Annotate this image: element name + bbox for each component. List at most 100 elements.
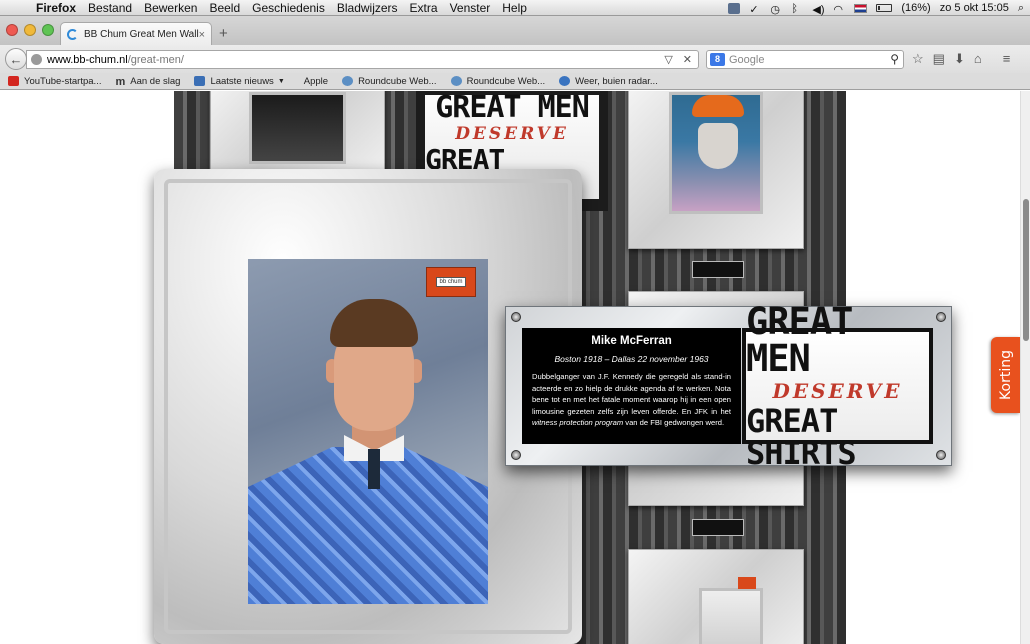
tab-close-icon[interactable]: × (199, 29, 205, 41)
bookmark-roundcube-1[interactable]: Roundcube Web... (342, 76, 437, 87)
portrait-elderly-man (249, 92, 346, 164)
navigation-toolbar: www.bb-chum.nl/great-men/ ▽ ✕ ← 8 Google… (0, 45, 1030, 73)
home-icon[interactable]: ⌂ (974, 51, 982, 67)
macos-menubar: Firefox Bestand Bewerken Beeld Geschiede… (0, 0, 1030, 16)
toolbar-icons: ☆ ▤ ⬇ ⌂ ≡ (912, 51, 1010, 67)
portrait-bald-man (699, 577, 763, 644)
person-bio: Dubbelganger van J.F. Kennedy die gerege… (532, 371, 731, 429)
search-bar[interactable]: 8 Google ⚲ (706, 50, 904, 69)
bookmark-label: YouTube-startpa... (24, 75, 102, 87)
bookmark-label: Weer, buien radar... (575, 75, 658, 87)
portrait-frame-turban-man[interactable] (628, 91, 804, 249)
downloads-icon[interactable]: ⬇ (954, 51, 965, 67)
turban-shape (692, 95, 744, 117)
stop-loading-icon[interactable]: ✕ (683, 53, 692, 66)
search-placeholder: Google (729, 53, 765, 66)
time-machine-icon[interactable]: ◷ (770, 3, 782, 16)
menu-extra[interactable]: Extra (404, 0, 444, 16)
portrait-frame-bottom[interactable] (628, 549, 804, 644)
bookmark-laatste-nieuws[interactable]: Laatste nieuws ▼ (194, 75, 285, 87)
rss-icon (194, 76, 206, 86)
bookmark-label: Roundcube Web... (358, 75, 437, 87)
bookmark-weer[interactable]: Weer, buien radar... (559, 76, 658, 87)
featured-portrait-photo[interactable]: bb chum (248, 259, 488, 604)
site-identity-icon[interactable] (31, 54, 42, 65)
url-path: /great-men/ (127, 53, 184, 66)
clock[interactable]: zo 5 okt 15:05 (940, 2, 1009, 14)
menu-bestand[interactable]: Bestand (82, 0, 138, 16)
small-plaque-1[interactable] (692, 261, 744, 278)
bb-chum-tag-label: bb chum (436, 277, 466, 287)
bookmark-aan-de-slag[interactable]: m Aan de slag (115, 76, 180, 89)
dropbox-icon[interactable] (728, 2, 741, 14)
screw-icon (511, 450, 521, 460)
portrait-frame-elderly-man[interactable] (210, 91, 385, 175)
url-bar[interactable]: www.bb-chum.nl/great-men/ ▽ ✕ (26, 50, 699, 69)
url-dropdown-icon[interactable]: ▽ (664, 53, 672, 66)
browser-tab-active[interactable]: BB Chum Great Men Wall ... × (60, 22, 212, 46)
roundcube-icon (342, 76, 354, 86)
scrollbar-thumb[interactable] (1023, 199, 1029, 341)
plaque-text-panel: Mike McFerran Boston 1918 – Dallas 22 no… (522, 328, 741, 444)
close-window-button[interactable] (6, 24, 18, 36)
bio-emphasis: witness protection program (532, 418, 624, 427)
zoom-window-button[interactable] (42, 24, 54, 36)
portrait-turban-man (669, 92, 763, 214)
bluetooth-icon[interactable]: ᛒ (791, 3, 803, 15)
bookmark-roundcube-2[interactable]: Roundcube Web... (450, 75, 546, 87)
bookmarks-menu-icon[interactable]: ▤ (933, 51, 945, 67)
bookmark-label: Laatste nieuws (210, 75, 274, 87)
screw-icon (936, 312, 946, 322)
screw-icon (936, 450, 946, 460)
bio-text-end: van de FBI gedwongen werd. (623, 418, 725, 427)
tie-shape (368, 449, 380, 489)
small-plaque-2[interactable] (692, 519, 744, 536)
search-icon[interactable]: ⚲ (890, 52, 899, 66)
battery-icon[interactable] (876, 4, 893, 12)
menu-app-name[interactable]: Firefox (30, 0, 82, 16)
back-button[interactable]: ← (5, 48, 27, 70)
search-engine-icon[interactable]: 8 (710, 53, 725, 66)
roundcube-icon (450, 76, 462, 86)
window-controls (6, 24, 54, 36)
new-tab-button[interactable]: + (219, 25, 228, 42)
volume-icon[interactable]: ◀) (812, 3, 824, 16)
back-arrow-icon: ← (9, 51, 23, 67)
menu-hamburger-icon[interactable]: ≡ (1003, 51, 1011, 67)
info-plaque: Mike McFerran Boston 1918 – Dallas 22 no… (505, 303, 952, 469)
input-source-flag-icon[interactable] (854, 3, 868, 13)
korting-side-tab[interactable]: Korting (991, 337, 1020, 413)
youtube-icon (8, 76, 19, 86)
status-tray: ✓ ◷ ᛒ ◀) ◠ (16%) zo 5 okt 15:05 ⌕ (728, 0, 1024, 16)
checkmark-icon[interactable]: ✓ (749, 3, 761, 16)
menu-venster[interactable]: Venster (444, 0, 497, 16)
menu-help[interactable]: Help (496, 0, 533, 16)
poster-line-deserve: DESERVE (455, 123, 569, 144)
brand-tag-small-icon (738, 577, 756, 589)
minimize-window-button[interactable] (24, 24, 36, 36)
menu-geschiedenis[interactable]: Geschiedenis (246, 0, 331, 16)
korting-label: Korting (997, 350, 1014, 400)
bookmarks-toolbar: YouTube-startpa... m Aan de slag Laatste … (0, 73, 1030, 90)
poster-line-great-men: GREAT MEN (435, 91, 590, 125)
bookmark-label: Roundcube Web... (466, 75, 546, 87)
menu-beeld[interactable]: Beeld (203, 0, 246, 16)
bookmark-label: Apple (303, 75, 329, 87)
vertical-scrollbar[interactable] (1020, 91, 1030, 644)
spotlight-icon[interactable]: ⌕ (1018, 2, 1024, 15)
page-viewport: GREAT MEN DESERVE GREAT SHIRTS bb chum (0, 91, 1030, 644)
plaque-logo: GREAT MEN DESERVE GREAT SHIRTS (742, 303, 933, 469)
weather-icon (559, 76, 571, 86)
getting-started-icon: m (115, 76, 126, 88)
bio-text: Dubbelganger van J.F. Kennedy die gerege… (532, 372, 731, 416)
plaque-logo-inner: GREAT MEN DESERVE GREAT SHIRTS (746, 303, 929, 469)
menu-bewerken[interactable]: Bewerken (138, 0, 203, 16)
wifi-icon[interactable]: ◠ (833, 3, 845, 16)
bookmark-apple[interactable]: Apple (299, 76, 328, 87)
tab-title: BB Chum Great Men Wall ... (84, 29, 199, 40)
bookmark-youtube[interactable]: YouTube-startpa... (8, 76, 101, 87)
loading-spinner-icon (67, 29, 78, 40)
person-name: Mike McFerran (591, 335, 672, 347)
menu-bladwijzers[interactable]: Bladwijzers (331, 0, 404, 16)
bookmark-star-icon[interactable]: ☆ (912, 51, 924, 67)
